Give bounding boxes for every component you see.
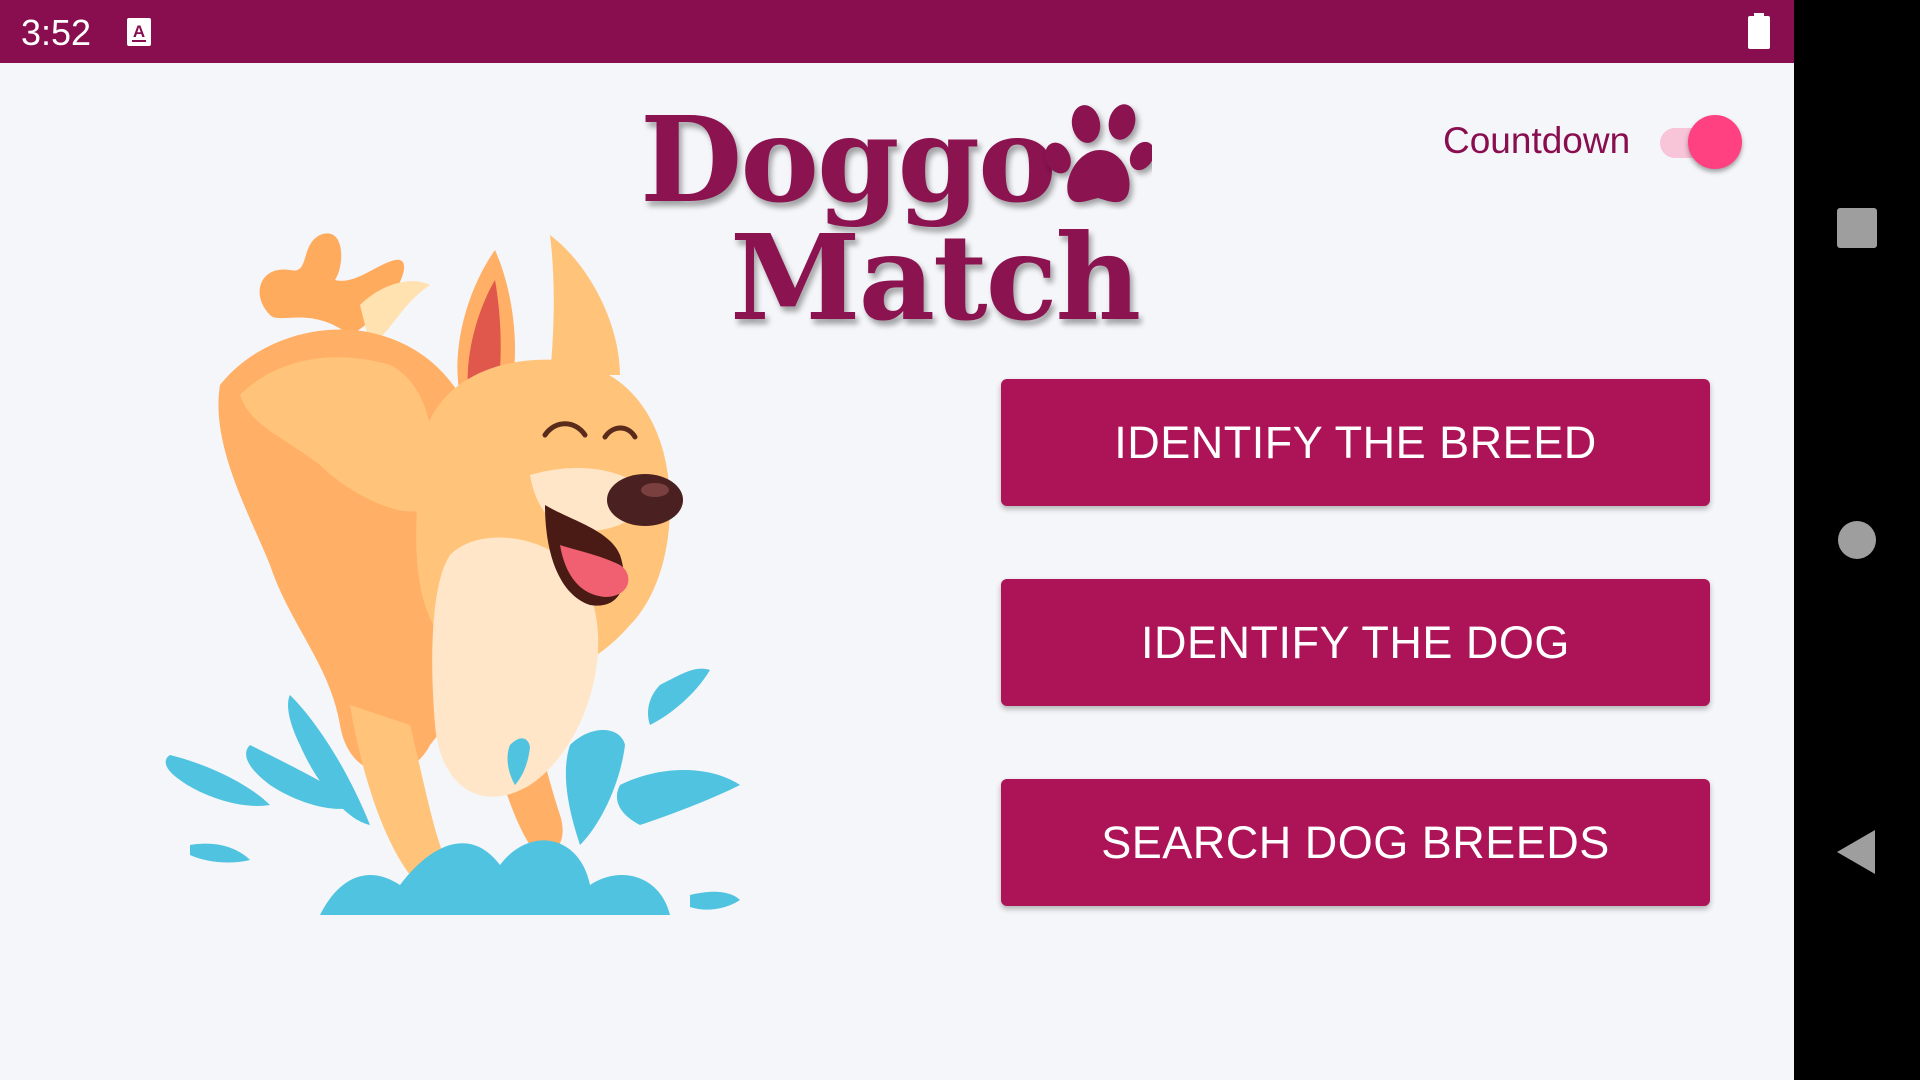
svg-text:A: A bbox=[133, 22, 145, 41]
app-screen: 3:52 A Doggo Match Countdown IDENTIFY TH… bbox=[0, 0, 1794, 1080]
paw-icon bbox=[1042, 98, 1155, 210]
battery-icon bbox=[1748, 13, 1770, 49]
navigation-bar bbox=[1794, 0, 1920, 1080]
recents-icon[interactable] bbox=[1794, 200, 1920, 256]
identify-dog-button[interactable]: IDENTIFY THE DOG bbox=[1001, 579, 1710, 706]
text-a-notification-icon: A bbox=[127, 18, 151, 46]
identify-breed-button[interactable]: IDENTIFY THE BREED bbox=[1001, 379, 1710, 506]
toggle-thumb bbox=[1688, 115, 1742, 169]
back-icon[interactable] bbox=[1794, 824, 1920, 880]
status-time: 3:52 bbox=[21, 12, 92, 53]
search-breeds-button[interactable]: SEARCH DOG BREEDS bbox=[1001, 779, 1710, 906]
dog-splash-illustration bbox=[150, 225, 810, 935]
countdown-label: Countdown bbox=[1443, 120, 1631, 161]
home-icon[interactable] bbox=[1794, 512, 1920, 568]
countdown-toggle[interactable] bbox=[1658, 112, 1746, 172]
status-bar: 3:52 A bbox=[0, 0, 1794, 63]
